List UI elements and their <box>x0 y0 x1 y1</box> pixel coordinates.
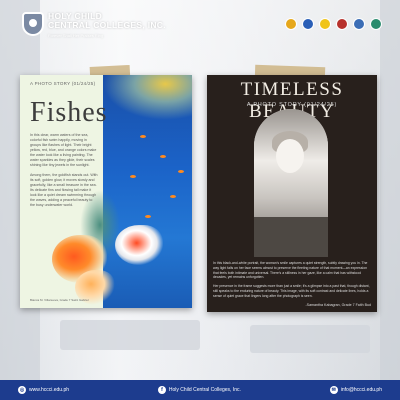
poster-body: In this clear, warm waters of the sea, c… <box>30 133 98 213</box>
coral-shape <box>103 75 192 120</box>
fish-icon <box>160 155 166 158</box>
header: HOLY CHILD CENTRAL COLLEGES, INC. Foreve… <box>0 0 400 46</box>
globe-icon: ◎ <box>18 386 26 394</box>
badge-icon <box>370 18 382 30</box>
footer-website-label: www.hccci.edu.ph <box>29 387 70 393</box>
mail-icon: ✉ <box>329 386 338 394</box>
accreditation-badges <box>285 18 382 30</box>
footer-email-label: info@hccci.edu.ph <box>340 387 382 393</box>
fishes-poster: A PHOTO STORY (01/24/25) Fishes In this … <box>20 75 192 308</box>
footer-email[interactable]: ✉ info@hccci.edu.ph <box>329 386 382 394</box>
portrait-photo <box>254 109 328 257</box>
poster-title: Fishes <box>30 97 108 128</box>
badge-icon <box>336 18 348 30</box>
fish-icon <box>140 135 146 138</box>
school-brand: HOLY CHILD CENTRAL COLLEGES, INC. Foreve… <box>48 12 166 40</box>
paragraph: In this black-and-white portrait, the wo… <box>213 261 368 280</box>
poster-kicker: A PHOTO STORY (01/24/25) <box>30 81 96 86</box>
school-logo-icon <box>22 12 44 36</box>
fish-icon <box>130 175 136 178</box>
brand-tagline: Forever Shall Her Praises Ring <box>48 33 104 38</box>
footer-facebook-label: Holy Child Central Colleges, Inc. <box>168 387 241 393</box>
facebook-icon: f <box>157 386 166 394</box>
brand-line2: CENTRAL COLLEGES, INC. <box>48 20 166 30</box>
goldfish-icon <box>115 225 163 265</box>
footer-bar: ◎ www.hccci.edu.ph f Holy Child Central … <box>0 380 400 400</box>
paragraph: Among them, the goldfish stands out. Wit… <box>30 173 98 207</box>
poster-body: In this black-and-white portrait, the wo… <box>213 261 373 303</box>
badge-icon <box>285 18 297 30</box>
footer-website[interactable]: ◎ www.hccci.edu.ph <box>18 386 69 394</box>
poster-credit: Bianca M. Villanueva, Grade 7 Saint Gabr… <box>30 298 89 302</box>
face-shape <box>276 139 304 173</box>
badge-icon <box>353 18 365 30</box>
fish-icon <box>178 170 184 173</box>
badge-icon <box>302 18 314 30</box>
badge-icon <box>319 18 331 30</box>
paragraph: Her presence in the frame suggests more … <box>213 284 370 298</box>
table-shape <box>254 217 328 257</box>
footer-facebook[interactable]: f Holy Child Central Colleges, Inc. <box>157 386 241 394</box>
poster-credit: -Samantha Kabagran, Grade 7 Faith Bud <box>305 303 371 307</box>
paragraph: In this clear, warm waters of the sea, c… <box>30 133 97 167</box>
fish-icon <box>145 215 151 218</box>
timeless-beauty-poster: TIMELESS BEAUTY A PHOTO STORY (01/24/25)… <box>207 75 377 312</box>
fish-icon <box>170 195 176 198</box>
poster-kicker: A PHOTO STORY (01/24/25) <box>246 102 338 108</box>
